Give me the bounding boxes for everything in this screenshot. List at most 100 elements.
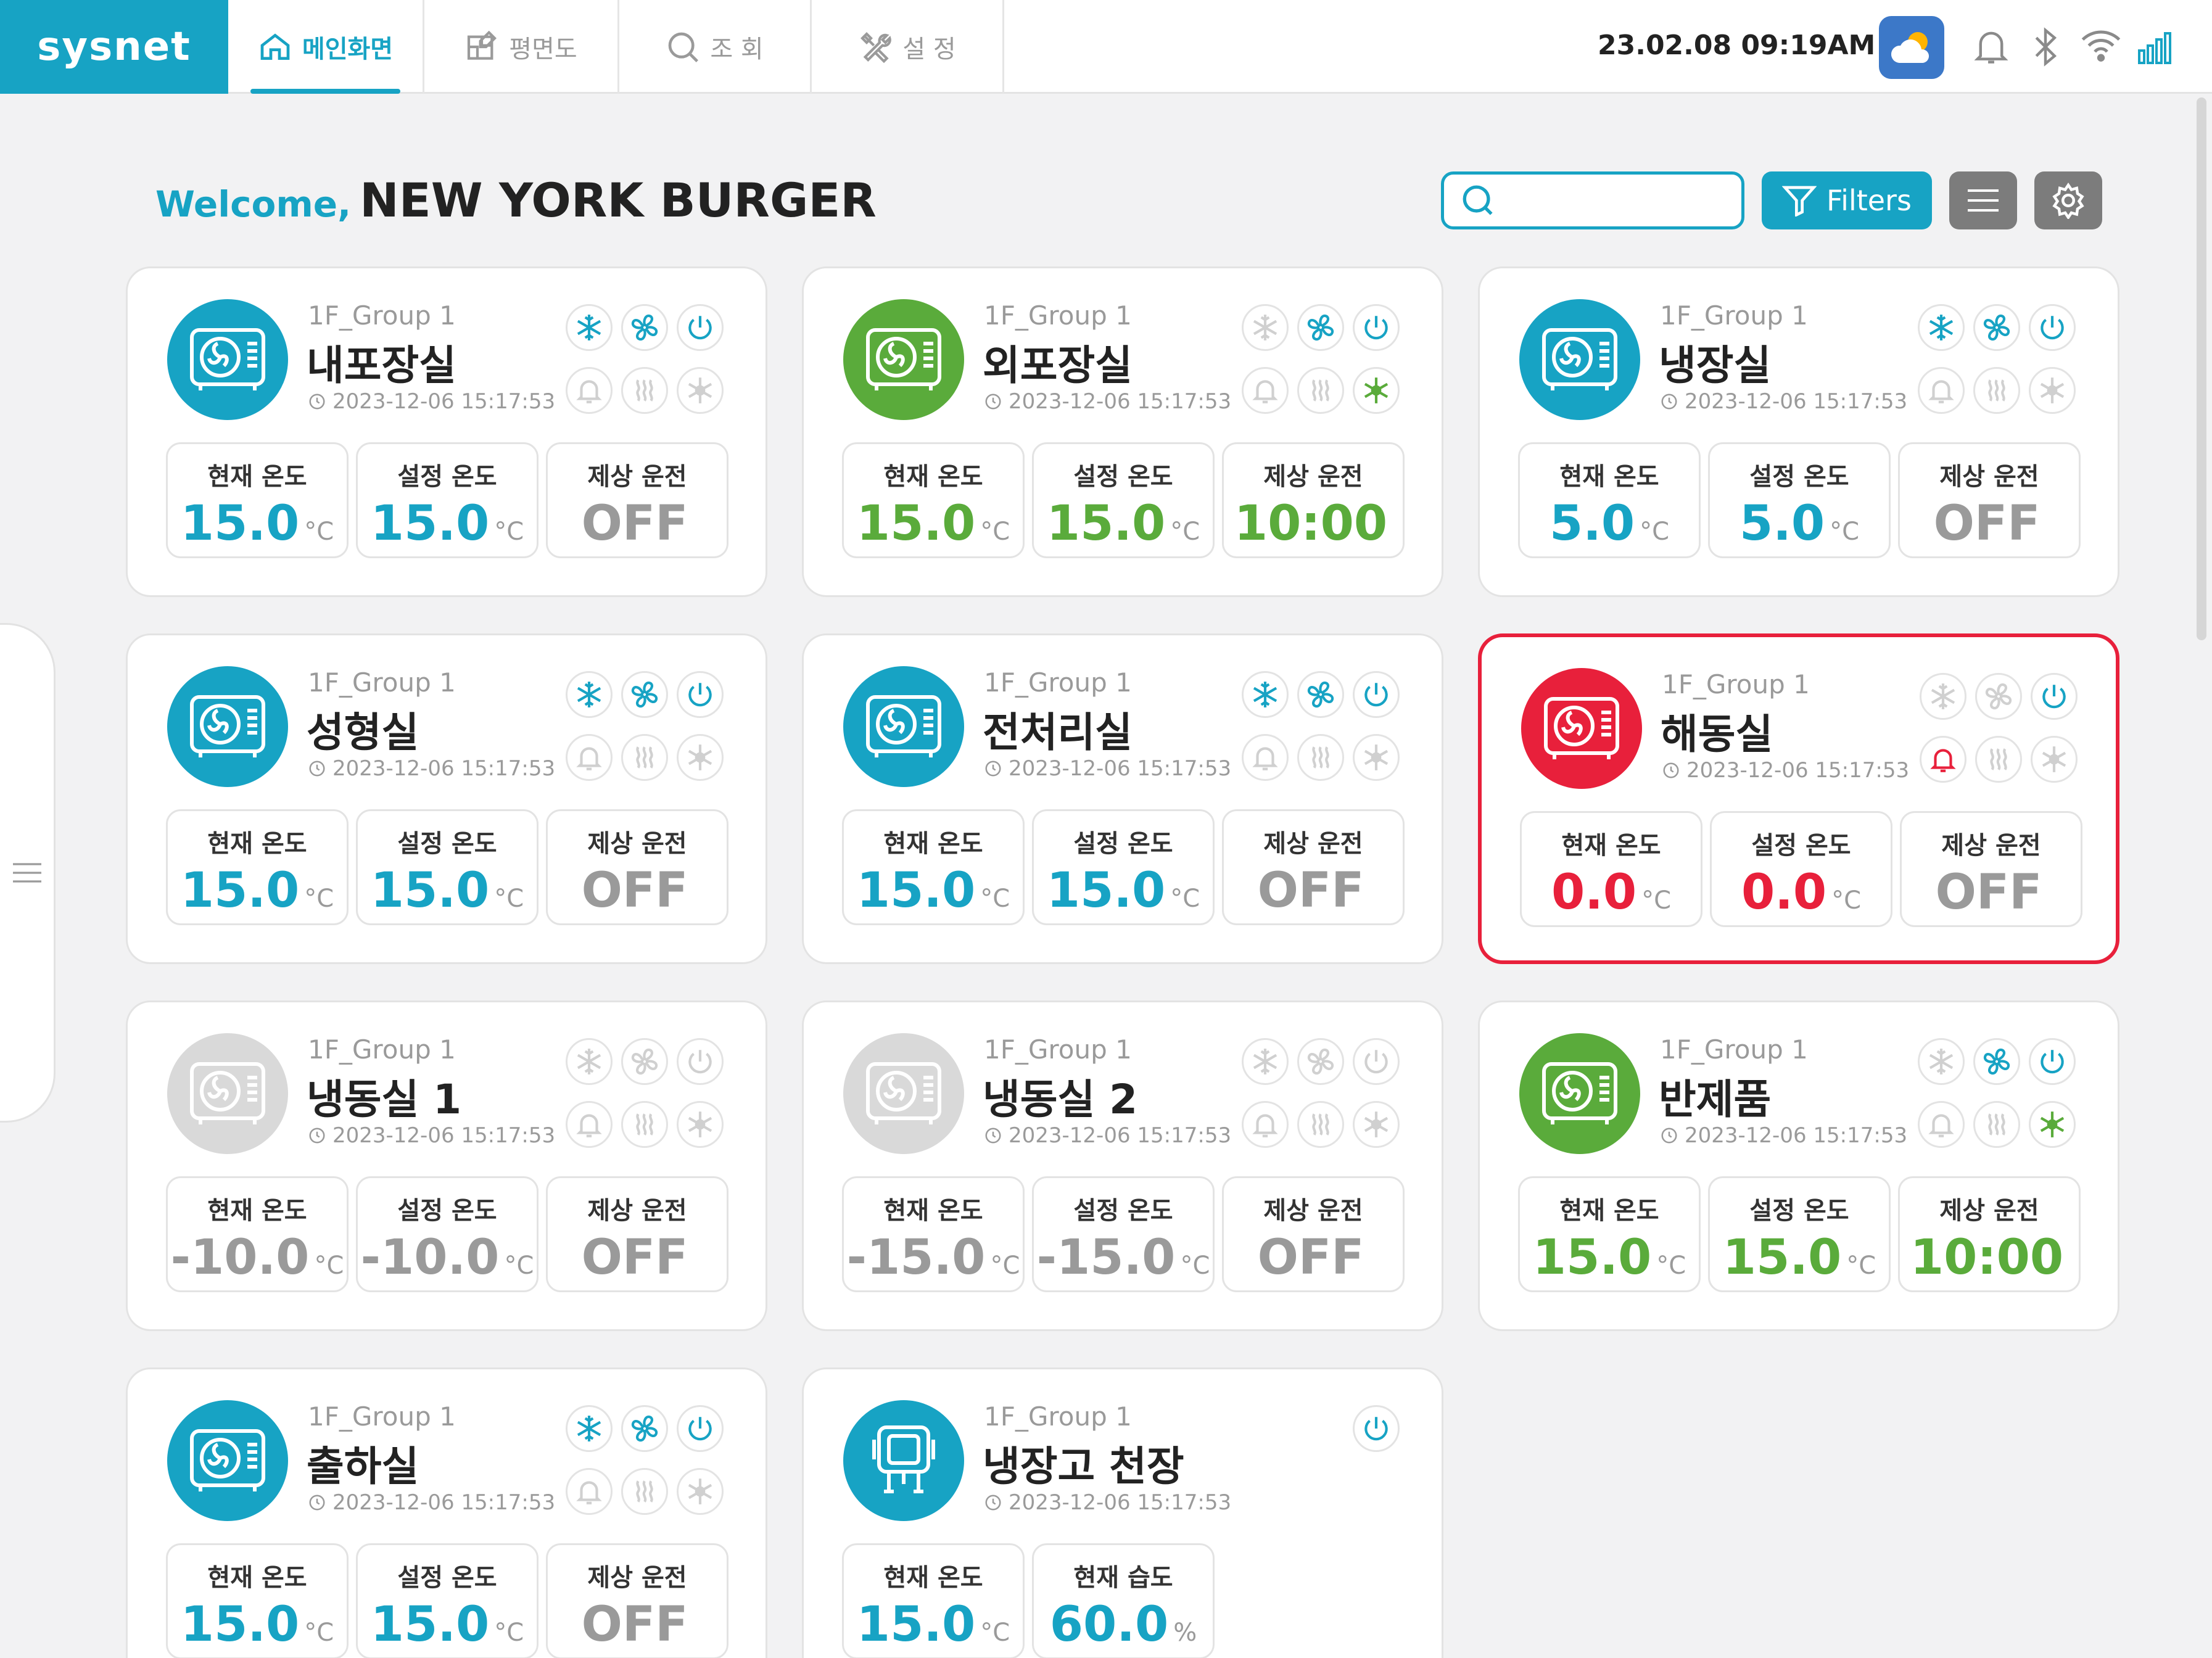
- power-indicator[interactable]: [2029, 1038, 2076, 1085]
- metric-box: 설정 온도 -15.0 °C: [1032, 1176, 1215, 1292]
- bell-indicator[interactable]: [566, 734, 613, 781]
- metric-label: 설정 온도: [397, 1564, 497, 1592]
- bell-indicator[interactable]: [1918, 1101, 1965, 1148]
- tab-search[interactable]: 조 회: [619, 0, 812, 94]
- bell-indicator[interactable]: [1242, 1101, 1289, 1148]
- defrost-indicator[interactable]: [677, 367, 724, 414]
- bell-indicator[interactable]: [1918, 367, 1965, 414]
- snow-indicator[interactable]: [566, 1405, 613, 1452]
- power-indicator[interactable]: [1353, 1038, 1400, 1085]
- fan-indicator[interactable]: [621, 671, 668, 718]
- defrost-indicator[interactable]: [677, 734, 724, 781]
- unit-metrics: 현재 온도 15.0 °C 현재 습도 60.0%: [842, 1543, 1215, 1658]
- snow-indicator[interactable]: [1918, 1038, 1965, 1085]
- defrost-indicator[interactable]: [2029, 1101, 2076, 1148]
- power-indicator[interactable]: [1353, 671, 1400, 718]
- metric-number: 15.0: [370, 863, 490, 918]
- unit-card[interactable]: 1F_Group 1 전처리실 2023-12-06 15:17:53 현재 온…: [802, 633, 1443, 964]
- heat-indicator[interactable]: [1973, 1101, 2020, 1148]
- defrost-indicator[interactable]: [1353, 1101, 1400, 1148]
- defrost-indicator[interactable]: [677, 1101, 724, 1148]
- metric-label: 설정 온도: [397, 830, 497, 858]
- snow-indicator[interactable]: [566, 671, 613, 718]
- filters-button[interactable]: Filters: [1762, 171, 1932, 229]
- heater-icon: [1988, 1113, 2005, 1136]
- unit-group: 1F_Group 1: [308, 1401, 456, 1432]
- heat-indicator[interactable]: [621, 1468, 668, 1515]
- power-indicator[interactable]: [677, 671, 724, 718]
- defrost-indicator[interactable]: [2029, 367, 2076, 414]
- bell-indicator[interactable]: [1242, 734, 1289, 781]
- unit-card[interactable]: 1F_Group 1 내포장실 2023-12-06 15:17:53 현재 온…: [126, 266, 767, 597]
- bell-indicator[interactable]: [1920, 736, 1966, 783]
- weather-badge[interactable]: [1879, 16, 1944, 79]
- fan-indicator[interactable]: [1973, 304, 2020, 351]
- heat-indicator[interactable]: [1973, 367, 2020, 414]
- heat-indicator[interactable]: [621, 734, 668, 781]
- list-view-button[interactable]: [1949, 171, 2017, 229]
- snow-indicator[interactable]: [1918, 304, 1965, 351]
- fan-indicator[interactable]: [1973, 1038, 2020, 1085]
- snow-indicator[interactable]: [1242, 1038, 1289, 1085]
- heater-icon: [1312, 1113, 1329, 1136]
- search-input[interactable]: [1441, 171, 1744, 229]
- snow-indicator[interactable]: [1242, 671, 1289, 718]
- unit-card[interactable]: 1F_Group 1 반제품 2023-12-06 15:17:53 현재 온도…: [1478, 1000, 2119, 1331]
- unit-card[interactable]: 1F_Group 1 냉동실 2 2023-12-06 15:17:53 현재 …: [802, 1000, 1443, 1331]
- snowflake-icon: [577, 1416, 601, 1441]
- metric-box: 제상 운전 OFF: [546, 1176, 728, 1292]
- power-indicator[interactable]: [2031, 673, 2078, 720]
- power-indicator[interactable]: [1353, 1405, 1400, 1452]
- power-indicator[interactable]: [677, 1405, 724, 1452]
- metric-value: -15.0 °C: [1037, 1234, 1210, 1282]
- bell-indicator[interactable]: [566, 1468, 613, 1515]
- heat-indicator[interactable]: [1297, 1101, 1344, 1148]
- notification-bell-icon[interactable]: [1973, 27, 2010, 67]
- heat-indicator[interactable]: [1297, 734, 1344, 781]
- heat-indicator[interactable]: [621, 367, 668, 414]
- fan-indicator[interactable]: [1297, 304, 1344, 351]
- page-scrollbar[interactable]: [2197, 97, 2206, 640]
- tab-main[interactable]: 메인화면: [228, 0, 424, 94]
- bell-indicator[interactable]: [566, 1101, 613, 1148]
- heat-indicator[interactable]: [621, 1101, 668, 1148]
- unit-card[interactable]: 1F_Group 1 냉장실 2023-12-06 15:17:53 현재 온도…: [1478, 266, 2119, 597]
- defrost-indicator[interactable]: [1353, 734, 1400, 781]
- unit-card[interactable]: 1F_Group 1 해동실 2023-12-06 15:17:53 현재 온도…: [1478, 633, 2119, 964]
- metric-unit: °C: [304, 518, 334, 546]
- fan-indicator[interactable]: [621, 304, 668, 351]
- bell-indicator[interactable]: [566, 367, 613, 414]
- metric-box: 설정 온도 0.0 °C: [1710, 811, 1892, 927]
- metric-number: 0.0: [1741, 865, 1827, 920]
- defrost-indicator[interactable]: [1353, 367, 1400, 414]
- unit-card[interactable]: 1F_Group 1 외포장실 2023-12-06 15:17:53 현재 온…: [802, 266, 1443, 597]
- fan-indicator[interactable]: [1297, 1038, 1344, 1085]
- snow-indicator[interactable]: [566, 1038, 613, 1085]
- tab-floorplan[interactable]: 평면도: [424, 0, 619, 94]
- bell-indicator[interactable]: [1242, 367, 1289, 414]
- unit-card[interactable]: 1F_Group 1 출하실 2023-12-06 15:17:53 현재 온도…: [126, 1367, 767, 1658]
- snow-indicator[interactable]: [566, 304, 613, 351]
- power-indicator[interactable]: [677, 304, 724, 351]
- metric-unit: °C: [494, 885, 524, 913]
- power-indicator[interactable]: [2029, 304, 2076, 351]
- side-drawer-handle[interactable]: [0, 623, 56, 1123]
- settings-button[interactable]: [2034, 171, 2102, 229]
- heat-indicator[interactable]: [1297, 367, 1344, 414]
- defrost-indicator[interactable]: [677, 1468, 724, 1515]
- power-indicator[interactable]: [677, 1038, 724, 1085]
- fan-indicator[interactable]: [1975, 673, 2022, 720]
- snow-indicator[interactable]: [1920, 673, 1966, 720]
- unit-card[interactable]: 1F_Group 1 냉장고 천장 2023-12-06 15:17:53 현재…: [802, 1367, 1443, 1658]
- snow-indicator[interactable]: [1242, 304, 1289, 351]
- power-icon: [2041, 316, 2064, 340]
- fan-indicator[interactable]: [621, 1405, 668, 1452]
- fan-indicator[interactable]: [1297, 671, 1344, 718]
- unit-card[interactable]: 1F_Group 1 성형실 2023-12-06 15:17:53 현재 온도…: [126, 633, 767, 964]
- tab-settings[interactable]: 설 정: [812, 0, 1004, 94]
- defrost-indicator[interactable]: [2031, 736, 2078, 783]
- power-indicator[interactable]: [1353, 304, 1400, 351]
- unit-card[interactable]: 1F_Group 1 냉동실 1 2023-12-06 15:17:53 현재 …: [126, 1000, 767, 1331]
- heat-indicator[interactable]: [1975, 736, 2022, 783]
- fan-indicator[interactable]: [621, 1038, 668, 1085]
